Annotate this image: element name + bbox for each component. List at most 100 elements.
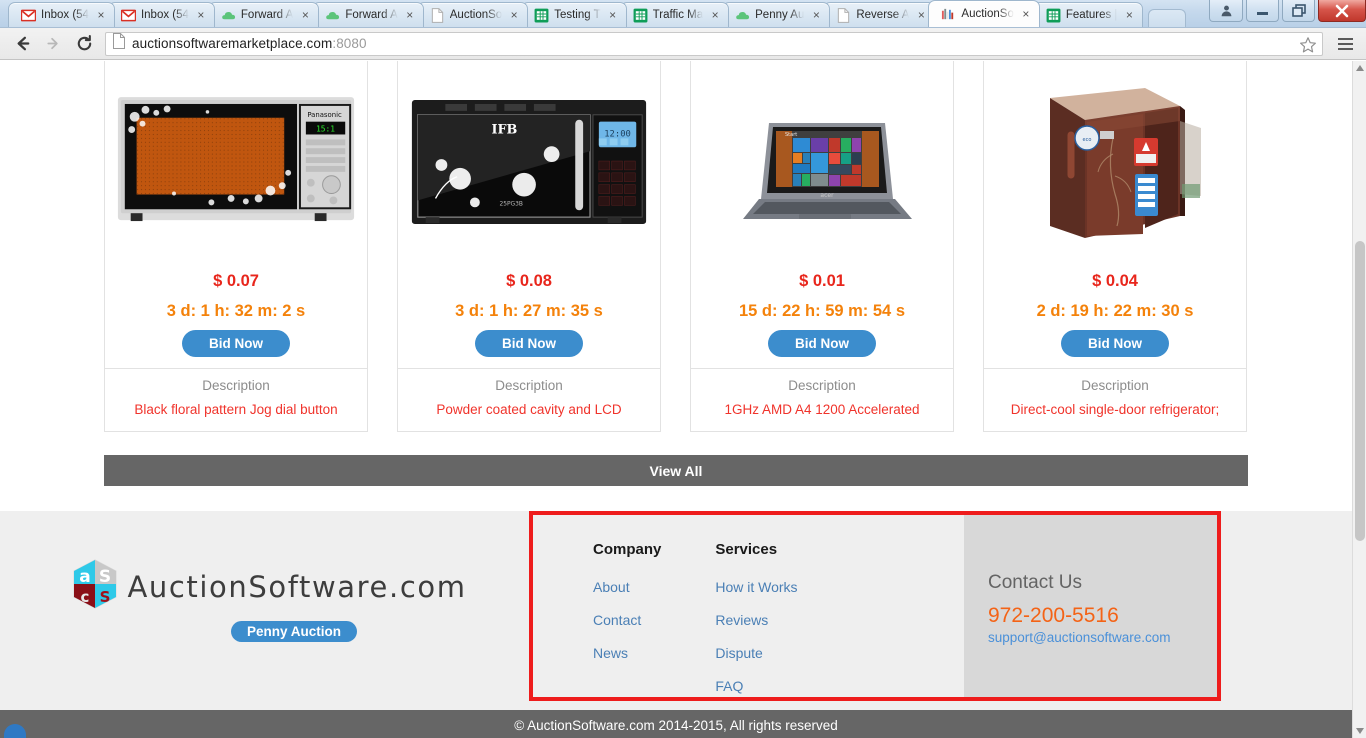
- footer-link-dispute[interactable]: Dispute: [715, 645, 797, 661]
- svg-text:Panasonic: Panasonic: [307, 111, 342, 119]
- cloud-icon: [325, 8, 340, 23]
- tab-close-icon[interactable]: ×: [94, 8, 108, 22]
- reload-icon[interactable]: [70, 31, 98, 57]
- description-text: Powder coated cavity and LCD: [436, 402, 622, 417]
- bid-now-button[interactable]: Bid Now: [768, 330, 876, 357]
- url-host: auctionsoftwaremarketplace.com: [132, 36, 333, 51]
- url-text: auctionsoftwaremarketplace.com:8080: [132, 36, 367, 51]
- bid-now-button[interactable]: Bid Now: [475, 330, 583, 357]
- product-grid: Panasonic 15:1 $ 0.07 3 d: 1 h: 32 m: 2 …: [0, 61, 1352, 432]
- tab-title: Forward A: [240, 9, 294, 21]
- bookmark-star-icon[interactable]: [1299, 36, 1317, 59]
- product-image-panasonic-microwave: Panasonic 15:1: [105, 61, 367, 266]
- back-arrow-icon[interactable]: [8, 31, 36, 57]
- card-divider: [105, 368, 367, 369]
- footer-link-reviews[interactable]: Reviews: [715, 612, 797, 628]
- address-bar[interactable]: auctionsoftwaremarketplace.com:8080: [105, 31, 1323, 59]
- product-countdown: 3 d: 1 h: 27 m: 35 s: [455, 302, 603, 320]
- tab-close-icon[interactable]: ×: [1019, 7, 1033, 21]
- tab-title: AuctionSo: [961, 8, 1014, 20]
- footer-company-title: Company: [593, 541, 662, 558]
- close-icon[interactable]: [1318, 0, 1366, 22]
- document-icon: [430, 7, 445, 23]
- tab-close-icon[interactable]: ×: [403, 8, 417, 22]
- product-price: $ 0.04: [1092, 272, 1138, 290]
- product-price: $ 0.08: [506, 272, 552, 290]
- browser-tab[interactable]: AuctionSo ×: [416, 2, 529, 27]
- document-icon: [836, 7, 851, 23]
- footer-services-title: Services: [715, 541, 778, 558]
- tab-close-icon[interactable]: ×: [708, 8, 722, 22]
- footer-logo-text: AuctionSoftware.com: [127, 569, 467, 604]
- product-image-refrigerator: eco: [984, 61, 1246, 266]
- product-card[interactable]: IFB 25PG3B 12:00 $ 0.08 3 d: 1 h: 27 m: …: [397, 61, 661, 432]
- browser-toolbar: auctionsoftwaremarketplace.com:8080: [0, 28, 1366, 60]
- product-card[interactable]: Panasonic 15:1 $ 0.07 3 d: 1 h: 32 m: 2 …: [104, 61, 368, 432]
- tab-close-icon[interactable]: ×: [606, 8, 620, 22]
- site-footer: a S c S AuctionSoftware.com Penny Auctio…: [0, 511, 1352, 710]
- sheets-icon: [633, 8, 648, 23]
- product-card[interactable]: eco $ 0.04 2 d: 19 h: 22 m: 30 s Bid Now…: [983, 61, 1247, 432]
- hamburger-menu-icon[interactable]: [1332, 31, 1358, 57]
- svg-text:S: S: [100, 588, 111, 606]
- footer-link-how-it-works[interactable]: How it Works: [715, 579, 797, 595]
- tab-close-icon[interactable]: ×: [194, 8, 208, 22]
- person-icon[interactable]: [1209, 0, 1243, 22]
- product-price: $ 0.01: [799, 272, 845, 290]
- svg-text:Start: Start: [785, 132, 797, 138]
- tab-close-icon[interactable]: ×: [298, 8, 312, 22]
- footer-link-faq[interactable]: FAQ: [715, 678, 797, 694]
- minimize-icon[interactable]: [1246, 0, 1279, 22]
- browser-tab[interactable]: Inbox (54 ×: [107, 2, 215, 27]
- footer-link-news[interactable]: News: [593, 645, 661, 661]
- scroll-up-arrow-icon[interactable]: [1353, 61, 1366, 75]
- browser-tab[interactable]: Features | ×: [1032, 2, 1144, 27]
- view-all-button[interactable]: View All: [104, 455, 1248, 486]
- new-tab-button[interactable]: [1148, 9, 1187, 27]
- tab-title: AuctionSo: [449, 9, 503, 21]
- sheets-icon: [1046, 8, 1061, 23]
- scrollbar-thumb[interactable]: [1355, 241, 1365, 541]
- tab-title: Reverse A: [856, 9, 910, 21]
- bid-now-button[interactable]: Bid Now: [182, 330, 290, 357]
- cloud-icon: [735, 8, 750, 23]
- page-viewport: Panasonic 15:1 $ 0.07 3 d: 1 h: 32 m: 2 …: [0, 61, 1366, 738]
- restore-icon[interactable]: [1282, 0, 1315, 22]
- description-text: Direct-cool single-door refrigerator;: [1010, 402, 1220, 417]
- scroll-down-arrow-icon[interactable]: [1353, 724, 1366, 738]
- contact-us-title: Contact Us: [988, 572, 1082, 593]
- browser-tab[interactable]: Inbox (54 ×: [8, 2, 115, 27]
- footer-link-about[interactable]: About: [593, 579, 661, 595]
- url-port: :8080: [332, 36, 367, 51]
- forward-arrow-icon[interactable]: [39, 31, 67, 57]
- card-divider: [398, 368, 660, 369]
- auction-favicon: [941, 7, 956, 22]
- tab-close-icon[interactable]: ×: [1122, 8, 1136, 22]
- tab-close-icon[interactable]: ×: [914, 8, 928, 22]
- card-divider: [691, 368, 953, 369]
- page-scrollbar[interactable]: [1352, 61, 1366, 738]
- svg-text:25PG3B: 25PG3B: [499, 201, 522, 207]
- browser-tab[interactable]: Traffic Ma ×: [619, 2, 730, 27]
- tab-strip: Inbox (54 × Inbox (54 × Forward A × Forward A ×…: [0, 0, 1366, 28]
- contact-email-link[interactable]: support@auctionsoftware.com: [988, 630, 1217, 645]
- tab-title: Traffic Ma: [652, 9, 704, 21]
- product-price: $ 0.07: [213, 272, 259, 290]
- browser-tab[interactable]: Forward A ×: [207, 2, 320, 27]
- browser-tab[interactable]: Testing T ×: [521, 2, 627, 27]
- browser-tab[interactable]: Penny Au ×: [722, 2, 831, 27]
- footer-logo[interactable]: a S c S AuctionSoftware.com Penny Auctio…: [73, 558, 465, 642]
- tab-close-icon[interactable]: ×: [809, 8, 823, 22]
- svg-text:IFB: IFB: [491, 122, 517, 137]
- tab-title: Inbox (54: [140, 9, 189, 21]
- page-document-icon: [112, 33, 126, 54]
- browser-tab[interactable]: Reverse A ×: [823, 2, 936, 27]
- footer-link-contact[interactable]: Contact: [593, 612, 661, 628]
- browser-tab-active[interactable]: AuctionSo ×: [928, 0, 1040, 27]
- bid-now-button[interactable]: Bid Now: [1061, 330, 1169, 357]
- browser-tab[interactable]: Forward A ×: [312, 2, 424, 27]
- product-card[interactable]: Start acer $ 0.01 15 d: 22 h: 59 m: 54 s…: [690, 61, 954, 432]
- tab-close-icon[interactable]: ×: [507, 8, 521, 22]
- contact-phone: 972-200-5516: [988, 604, 1119, 627]
- svg-text:15:1: 15:1: [316, 125, 335, 134]
